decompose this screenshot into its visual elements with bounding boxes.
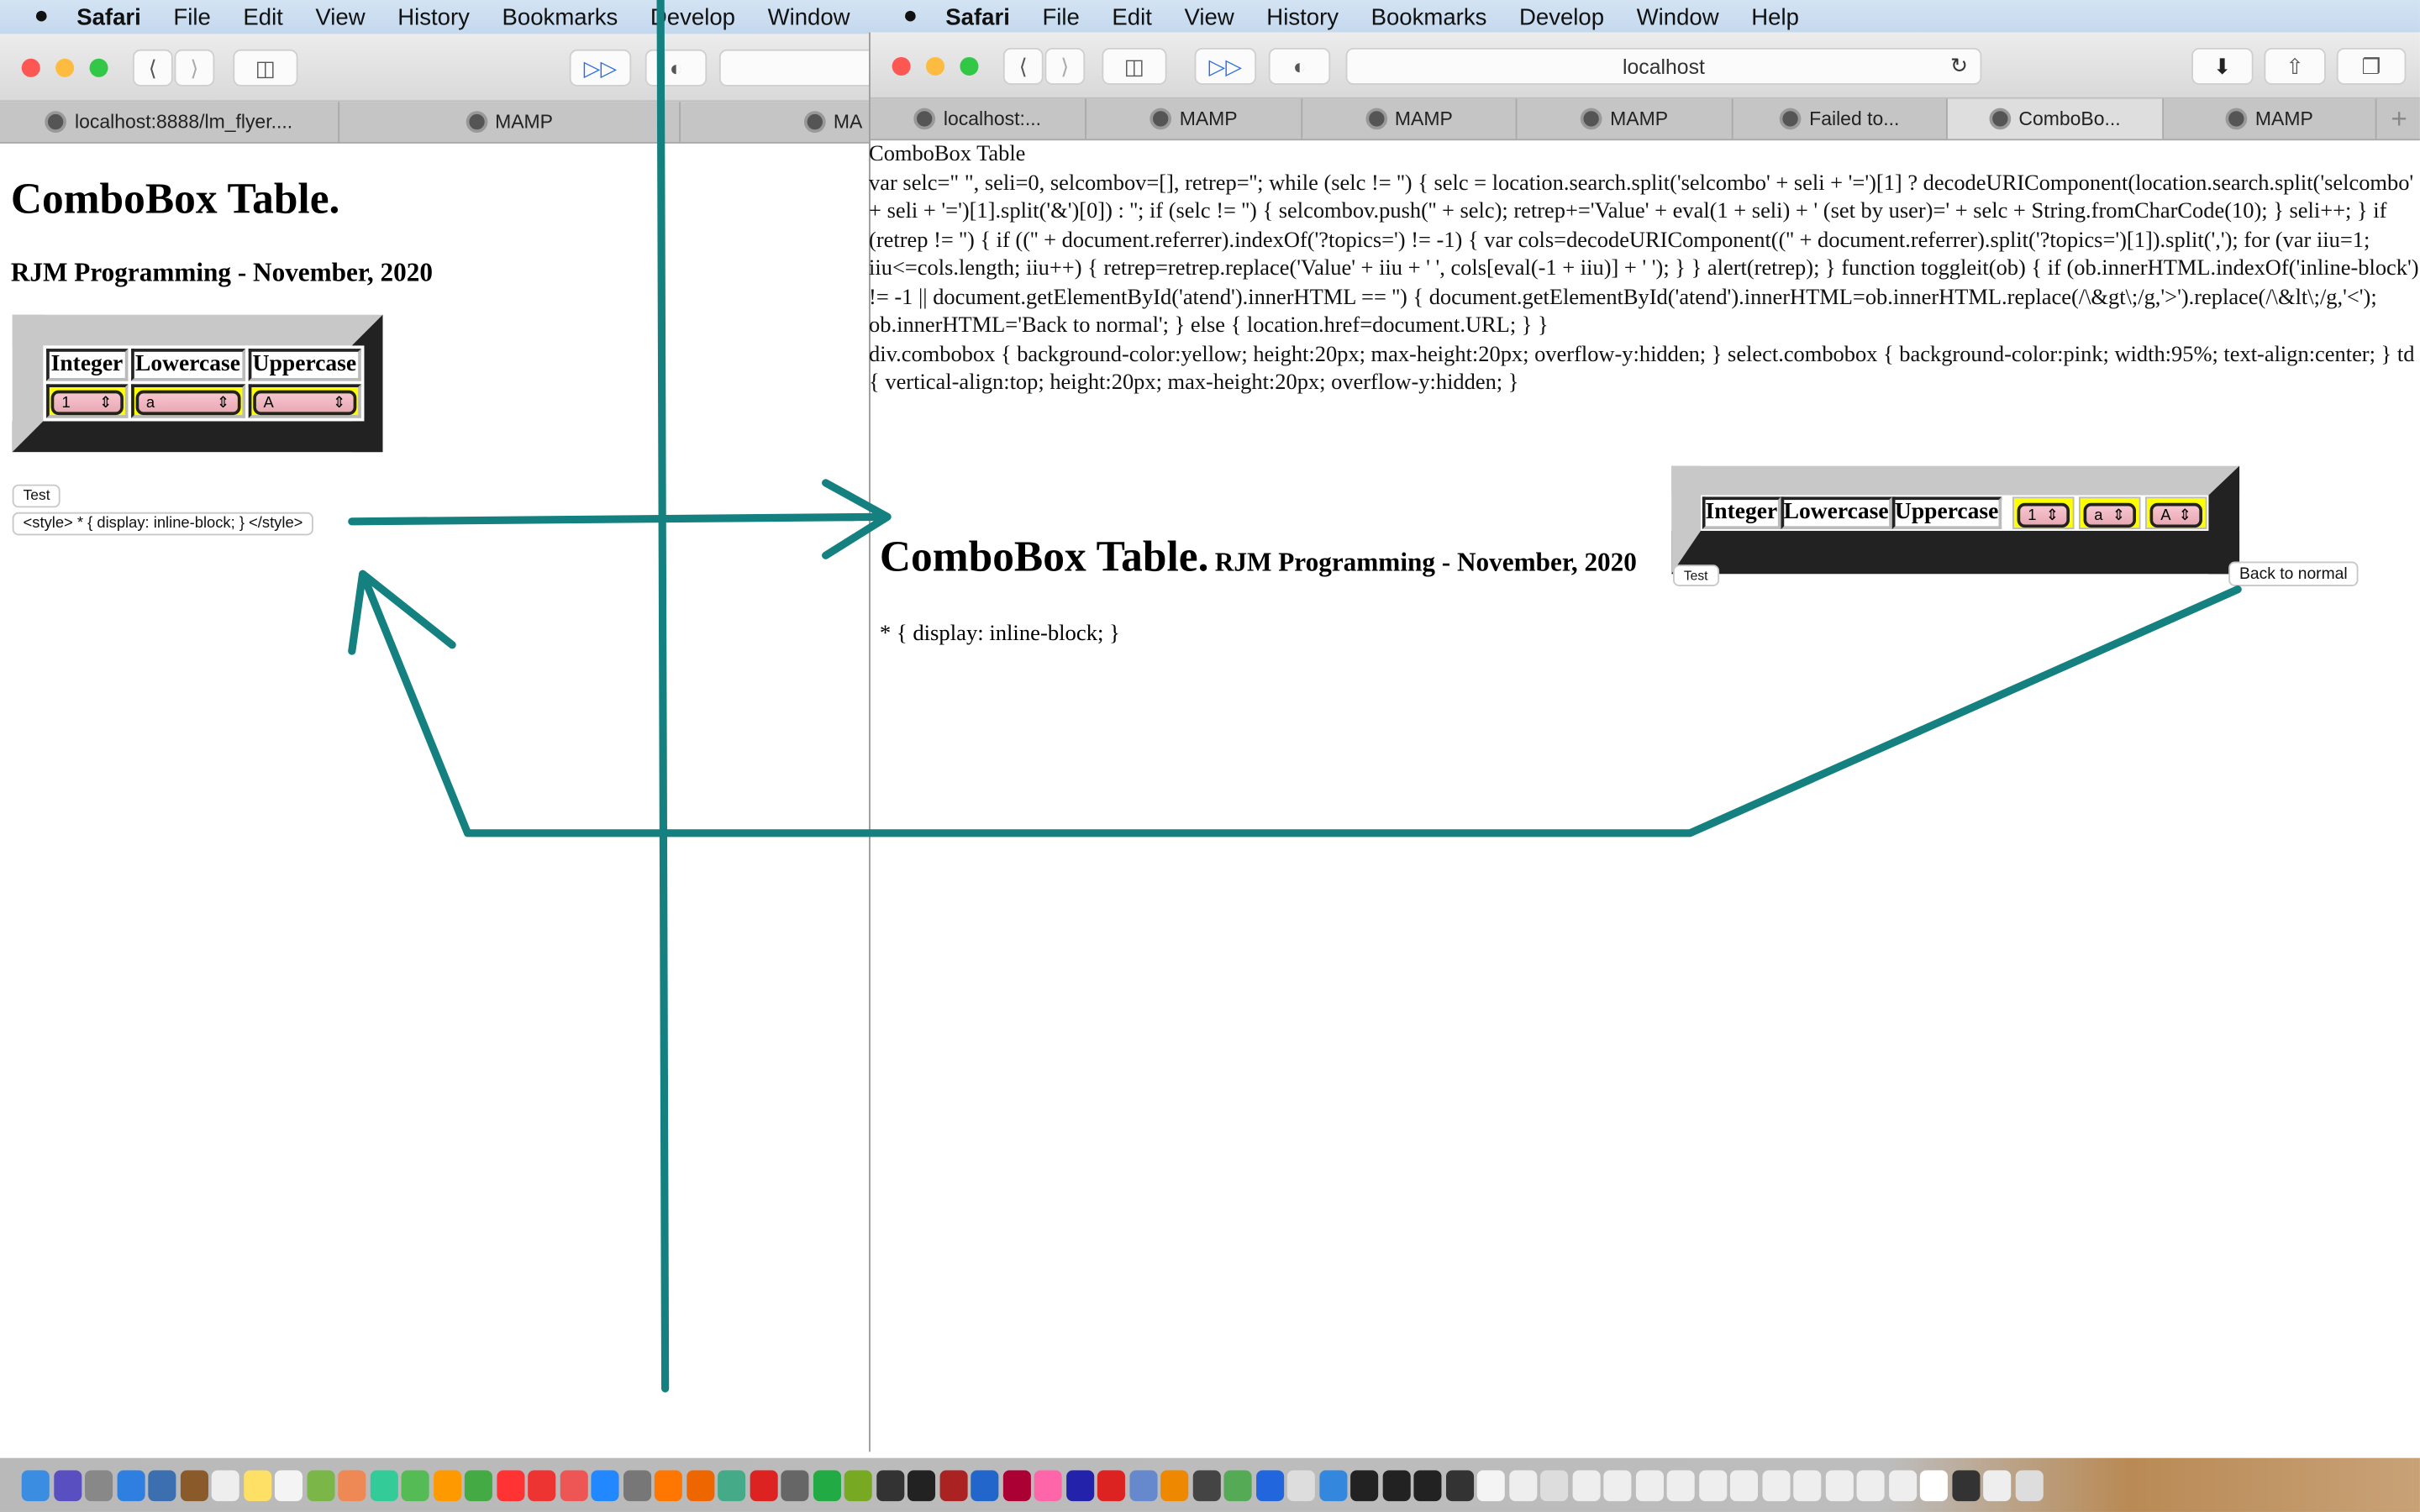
dock-app-icon[interactable] [971,1469,999,1501]
dock-app-icon[interactable] [907,1469,936,1501]
dock-app-icon[interactable] [1698,1469,1727,1501]
dock-app-icon[interactable] [1729,1469,1759,1501]
dock-app-icon[interactable] [1761,1469,1790,1501]
dock-app-icon[interactable] [1445,1469,1474,1501]
dock-app-icon[interactable] [274,1469,302,1501]
dock [0,1457,2420,1512]
dock-app-icon[interactable] [1413,1469,1442,1501]
dock-app-icon[interactable] [1919,1469,1948,1501]
dock-app-icon[interactable] [1128,1469,1157,1501]
dock-app-icon[interactable] [623,1469,651,1501]
dock-app-icon[interactable] [464,1469,492,1501]
dock-app-icon[interactable] [1508,1469,1537,1501]
dock-app-icon[interactable] [401,1469,429,1501]
dock-app-icon[interactable] [1571,1469,1600,1501]
dock-app-icon[interactable] [369,1469,397,1501]
dock-app-icon[interactable] [1983,1469,2012,1501]
dock-app-icon[interactable] [876,1469,904,1501]
dock-app-icon[interactable] [1034,1469,1062,1501]
dock-app-icon[interactable] [179,1469,208,1501]
dock-app-icon[interactable] [1824,1469,1853,1501]
dock-app-icon[interactable] [528,1469,556,1501]
dock-app-icon[interactable] [718,1469,746,1501]
dock-app-icon[interactable] [1160,1469,1189,1501]
dock-app-icon[interactable] [1634,1469,1664,1501]
dock-app-icon[interactable] [1286,1469,1315,1501]
dock-app-icon[interactable] [338,1469,366,1501]
dock-app-icon[interactable] [1350,1469,1379,1501]
dock-app-icon[interactable] [211,1469,239,1501]
dock-app-icon[interactable] [939,1469,967,1501]
arrow-right [348,479,892,559]
dock-app-icon[interactable] [844,1469,872,1501]
dock-app-icon[interactable] [1381,1469,1410,1501]
dock-app-icon[interactable] [1192,1469,1220,1501]
dock-app-icon[interactable] [686,1469,714,1501]
dock-app-icon[interactable] [1255,1469,1284,1501]
annotation-arrows [348,0,2242,1393]
dock-app-icon[interactable] [813,1469,841,1501]
dock-app-icon[interactable] [1666,1469,1695,1501]
dock-app-icon[interactable] [53,1469,82,1501]
dock-app-icon[interactable] [306,1469,334,1501]
dock-app-icon[interactable] [591,1469,619,1501]
dock-app-icon[interactable] [749,1469,777,1501]
dock-app-icon[interactable] [2014,1469,2043,1501]
dock-app-icon[interactable] [1097,1469,1125,1501]
arrow-back [348,570,2242,837]
dock-app-icon[interactable] [433,1469,461,1501]
dock-app-icon[interactable] [1951,1469,1980,1501]
dock-app-icon[interactable] [1603,1469,1632,1501]
desktop: ⟨ ⟩ ◫ ▷▷ ◐ localhost:8888/lm_flyer.... M… [0,0,2420,1512]
dock-app-icon[interactable] [1540,1469,1569,1501]
dock-app-icon[interactable] [654,1469,682,1501]
dock-app-icon[interactable] [559,1469,587,1501]
dock-app-icon[interactable] [85,1469,113,1501]
dock-app-icon[interactable] [21,1469,50,1501]
dock-app-icon[interactable] [1002,1469,1030,1501]
dock-app-icon[interactable] [1318,1469,1347,1501]
dock-app-icon[interactable] [1856,1469,1885,1501]
dock-app-icon[interactable] [243,1469,271,1501]
dock-app-icon[interactable] [1888,1469,1917,1501]
dock-app-icon[interactable] [1223,1469,1252,1501]
dock-app-icon[interactable] [781,1469,809,1501]
divider-line [656,0,670,1393]
dock-app-icon[interactable] [1065,1469,1094,1501]
dock-app-icon[interactable] [148,1469,176,1501]
dock-app-icon[interactable] [496,1469,524,1501]
dock-app-icon[interactable] [1476,1469,1505,1501]
dock-app-icon[interactable] [1793,1469,1822,1501]
dock-app-icon[interactable] [116,1469,145,1501]
